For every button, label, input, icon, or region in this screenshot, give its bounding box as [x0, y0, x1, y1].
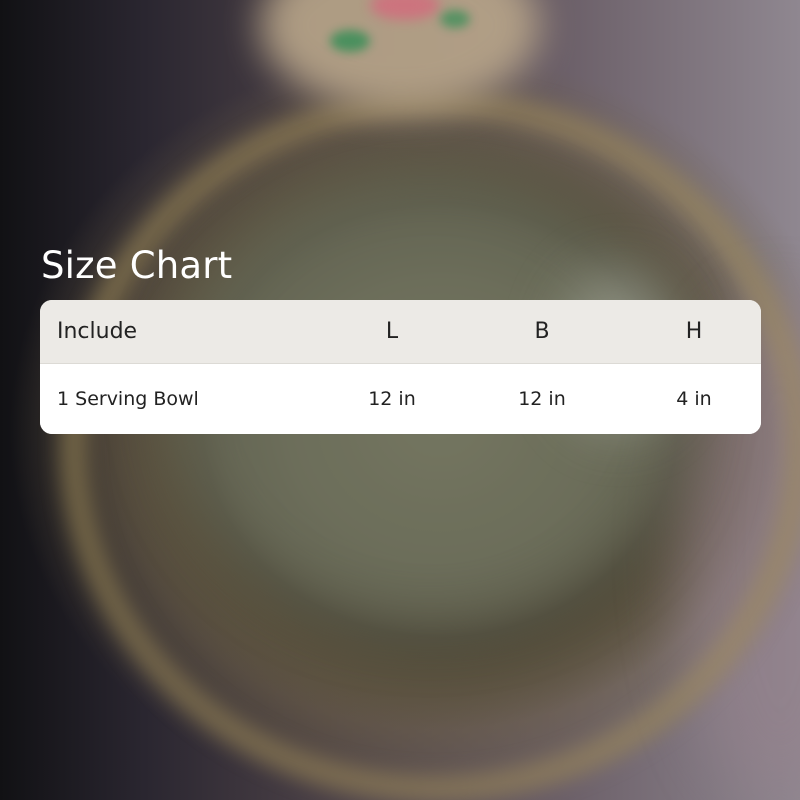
header-height: H	[627, 300, 761, 364]
cell-include: 1 Serving Bowl	[57, 388, 199, 410]
cell-length: 12 in	[368, 388, 416, 410]
table-header-row: Include L B H	[40, 300, 761, 364]
cell-breadth: 12 in	[518, 388, 566, 410]
header-breadth: B	[457, 300, 627, 364]
header-include: Include	[40, 300, 327, 364]
tray-pattern-green	[330, 30, 370, 52]
header-length: L	[327, 300, 457, 364]
tray-pattern-green-2	[440, 10, 470, 28]
size-chart-title: Size Chart	[41, 244, 233, 287]
table-row: 1 Serving Bowl 12 in 12 in 4 in	[40, 364, 761, 434]
cell-height: 4 in	[676, 388, 712, 410]
size-chart-table: Include L B H 1 Serving Bowl 12 in 12 in…	[40, 300, 761, 434]
